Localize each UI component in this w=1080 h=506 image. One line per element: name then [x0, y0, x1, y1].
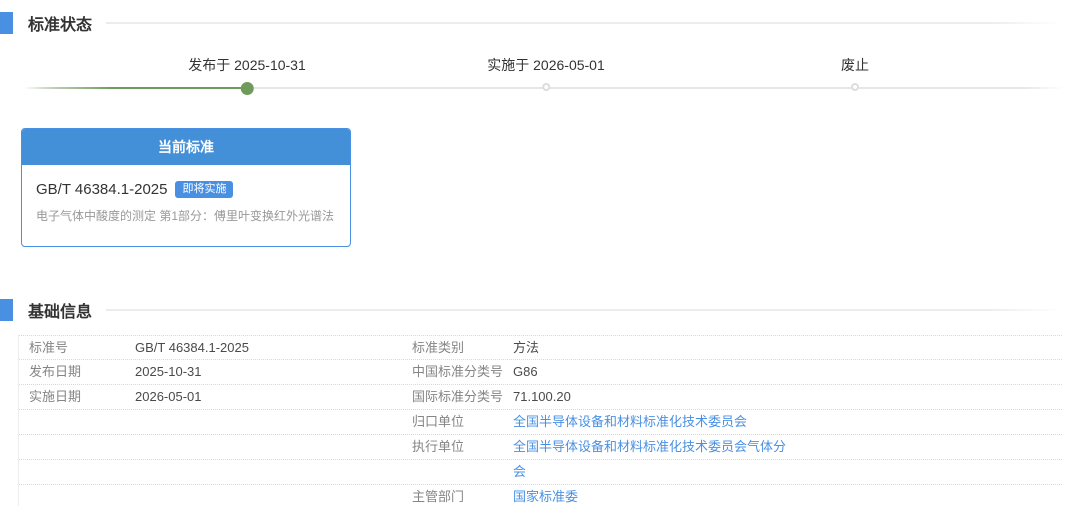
- milestone-dot-pending: [542, 83, 550, 91]
- section-marker: [0, 12, 13, 34]
- table-row: 会: [19, 460, 1062, 485]
- section-marker: [0, 299, 13, 321]
- status-section-title: 标准状态: [28, 11, 92, 35]
- milestone-abolished: 废止: [841, 56, 869, 74]
- publish-date-value: 2025-10-31: [135, 360, 412, 384]
- basic-info-section-title: 基础信息: [28, 298, 92, 322]
- milestone-implemented: 实施于 2026-05-01: [487, 56, 605, 74]
- timeline-track-reached: [24, 87, 248, 89]
- standard-code: GB/T 46384.1-2025: [36, 181, 167, 198]
- status-section-header: 标准状态: [0, 12, 1062, 34]
- publish-date-label: 发布日期: [29, 360, 135, 384]
- standard-category-value: 方法: [513, 336, 1062, 360]
- centralized-unit-label: 归口单位: [412, 410, 513, 434]
- current-standard-card[interactable]: 当前标准 GB/T 46384.1-2025 即将实施 电子气体中酸度的测定 第…: [21, 128, 351, 247]
- standard-category-label: 标准类别: [412, 336, 513, 360]
- executing-unit-link[interactable]: 全国半导体设备和材料标准化技术委员会气体分: [513, 435, 1062, 459]
- table-row: 主管部门 国家标准委: [19, 485, 1062, 506]
- standard-number-label: 标准号: [29, 336, 135, 360]
- milestone-dot-reached: [240, 82, 253, 95]
- authority-link[interactable]: 国家标准委: [513, 485, 1062, 506]
- current-standard-card-body: GB/T 46384.1-2025 即将实施 电子气体中酸度的测定 第1部分：傅…: [22, 165, 350, 246]
- table-row: 发布日期 2025-10-31 中国标准分类号 G86: [19, 360, 1062, 385]
- table-row: 标准号 GB/T 46384.1-2025 标准类别 方法: [19, 335, 1062, 360]
- table-row: 实施日期 2026-05-01 国际标准分类号 71.100.20: [19, 385, 1062, 410]
- milestone-label: 实施于 2026-05-01: [487, 56, 605, 74]
- implement-date-label: 实施日期: [29, 385, 135, 409]
- ics-code-value: 71.100.20: [513, 385, 1062, 409]
- ics-code-label: 国际标准分类号: [412, 385, 513, 409]
- milestone-label: 废止: [841, 56, 869, 74]
- executing-unit-link-wrap[interactable]: 会: [513, 460, 1062, 484]
- authority-label: 主管部门: [412, 485, 513, 506]
- ccs-code-label: 中国标准分类号: [412, 360, 513, 384]
- status-badge: 即将实施: [175, 181, 233, 198]
- divider-line: [106, 22, 1062, 24]
- milestone-dot-pending: [851, 83, 859, 91]
- implement-date-value: 2026-05-01: [135, 385, 412, 409]
- executing-unit-label: 执行单位: [412, 435, 513, 459]
- table-row: 归口单位 全国半导体设备和材料标准化技术委员会: [19, 410, 1062, 435]
- standard-description: 电子气体中酸度的测定 第1部分：傅里叶变换红外光谱法: [36, 208, 336, 224]
- divider-line: [106, 309, 1062, 311]
- status-timeline: 发布于 2025-10-31 实施于 2026-05-01 废止: [0, 56, 1080, 102]
- milestone-published: 发布于 2025-10-31: [188, 56, 306, 74]
- current-standard-card-header: 当前标准: [22, 129, 350, 165]
- ccs-code-value: G86: [513, 360, 1062, 384]
- standard-number-value: GB/T 46384.1-2025: [135, 336, 412, 360]
- centralized-unit-link[interactable]: 全国半导体设备和材料标准化技术委员会: [513, 410, 1062, 434]
- table-row: 执行单位 全国半导体设备和材料标准化技术委员会气体分: [19, 435, 1062, 460]
- basic-info-section-header: 基础信息: [0, 299, 1062, 321]
- milestone-label: 发布于 2025-10-31: [188, 56, 306, 74]
- basic-info-table: 标准号 GB/T 46384.1-2025 标准类别 方法 发布日期 2025-…: [18, 335, 1062, 506]
